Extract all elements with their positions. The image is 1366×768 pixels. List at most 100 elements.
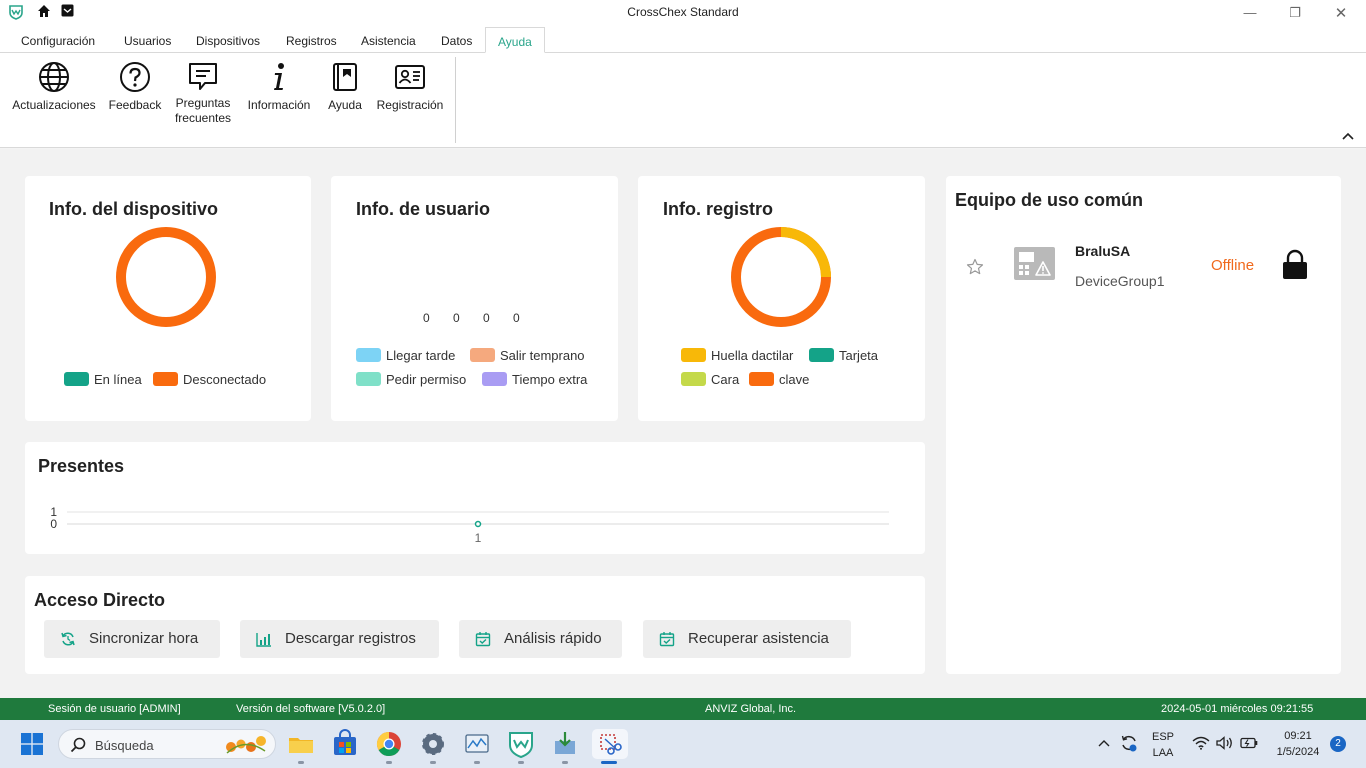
device-status-donut [116,227,216,327]
taskbar-search[interactable]: Búsqueda [58,729,276,759]
folder-icon [289,738,313,753]
sync-status-icon[interactable] [1120,734,1138,752]
bar-chart-icon [256,633,271,647]
legend-late-label: Llegar tarde [386,348,456,363]
legend-swatch [64,372,89,386]
crosschex-taskbar-icon [509,732,533,759]
clock-time[interactable]: 09:21 [1268,730,1328,742]
legend-card: Tarjeta [809,348,878,363]
feedback-button[interactable]: Feedback [108,61,162,112]
tab-registros[interactable]: Registros [284,27,339,53]
faq-icon [189,63,217,90]
device-info-title: Info. del dispositivo [49,199,219,219]
maximize-button[interactable]: ❐ [1285,5,1305,23]
monitor-app[interactable] [462,729,492,759]
user-value-late: 0 [423,311,430,325]
legend-overtime-label: Tiempo extra [512,372,588,387]
installer-app[interactable] [550,729,580,759]
clock-date[interactable]: 1/5/2024 [1268,746,1328,758]
legend-online: En línea [64,372,142,387]
file-explorer-app[interactable] [286,729,316,759]
presentes-card: Presentes 1 0 1 [25,442,925,554]
user-info-card: Info. de usuario 0 0 0 0 Llegar tarde Sa… [331,176,618,421]
dashboard: Info. del dispositivo En línea Desconect… [0,149,1366,698]
running-indicator [430,761,436,764]
legend-swatch [681,348,706,362]
language-code[interactable]: ESP [1148,731,1178,743]
updates-button[interactable]: Actualizaciones [12,61,96,112]
running-indicator [518,761,524,764]
crosschex-app[interactable] [506,729,536,759]
running-indicator [474,761,480,764]
legend-card-label: Tarjeta [839,348,879,363]
lock-icon[interactable] [1282,249,1308,280]
active-indicator [601,761,617,764]
legend-late: Llegar tarde [356,348,455,363]
software-version: Versión del software [V5.0.2.0] [236,703,386,715]
notification-badge[interactable]: 2 [1330,736,1346,752]
help-label: Ayuda [328,98,362,112]
sync-time-button[interactable]: Sincronizar hora [44,620,220,658]
faq-button[interactable]: Preguntas frecuentes [173,61,233,126]
performance-monitor-icon [465,734,489,753]
menu-bar: Configuración Usuarios Dispositivos Regi… [0,27,1366,53]
store-app[interactable] [330,729,360,759]
store-icon [334,729,356,755]
registration-button[interactable]: Registración [376,61,444,112]
chevron-up-icon[interactable] [1342,131,1354,141]
gear-icon [422,733,444,755]
download-records-label: Descargar registros [285,630,416,647]
legend-swatch [470,348,495,362]
close-button[interactable]: ✕ [1331,4,1351,22]
chrome-app[interactable] [374,729,404,759]
snipping-tool-app[interactable] [592,729,628,759]
tab-asistencia[interactable]: Asistencia [359,27,418,53]
volume-icon[interactable] [1216,736,1234,750]
help-button[interactable]: Ayuda [325,61,365,112]
record-info-card: Info. registro Huella dactilar Tarjeta C… [638,176,925,421]
chevron-up-icon[interactable] [1098,738,1110,748]
user-value-early: 0 [453,311,460,325]
presentes-chart: 1 0 1 [50,505,889,545]
device-group: DeviceGroup1 [1075,273,1165,289]
legend-face: Cara [681,372,739,387]
tab-dispositivos[interactable]: Dispositivos [194,27,262,53]
ribbon-separator [455,57,456,143]
tab-configuracion[interactable]: Configuración [19,27,97,53]
status-datetime: 2024-05-01 miércoles 09:21:55 [1161,703,1314,715]
windows-start-icon[interactable] [21,733,43,755]
tab-datos[interactable]: Datos [439,27,474,53]
legend-early: Salir temprano [470,348,585,363]
tab-usuarios[interactable]: Usuarios [122,27,173,53]
legend-fingerprint: Huella dactilar [681,348,793,363]
information-button[interactable]: Información [245,61,313,112]
recover-attendance-button[interactable]: Recuperar asistencia [643,620,851,658]
window-title: CrossChex Standard [627,5,739,19]
calendar-check-icon [475,632,491,647]
book-icon [333,63,357,91]
running-indicator [386,761,392,764]
quick-analysis-button[interactable]: Análisis rápido [459,620,622,658]
wifi-icon[interactable] [1192,736,1210,750]
installer-icon [555,732,575,754]
keyboard-layout[interactable]: LAA [1148,747,1178,759]
battery-icon[interactable] [1240,737,1258,749]
sync-icon [61,632,75,646]
y-tick-0: 0 [50,517,57,531]
star-icon[interactable] [966,258,984,276]
minimize-button[interactable]: — [1240,5,1260,23]
record-info-title: Info. registro [663,199,774,219]
legend-swatch [809,348,834,362]
globe-icon [39,62,69,92]
legend-password-label: clave [779,372,810,387]
settings-app[interactable] [418,729,448,759]
quick-analysis-label: Análisis rápido [504,630,602,647]
device-info-card: Info. del dispositivo En línea Desconect… [25,176,311,421]
status-bar: Sesión de usuario [ADMIN] Versión del so… [0,698,1366,720]
device-terminal-icon [1014,247,1055,280]
legend-swatch [749,372,774,386]
download-records-button[interactable]: Descargar registros [240,620,439,658]
id-card-icon [395,65,425,89]
chrome-icon [376,732,401,757]
tab-ayuda[interactable]: Ayuda [485,27,545,53]
